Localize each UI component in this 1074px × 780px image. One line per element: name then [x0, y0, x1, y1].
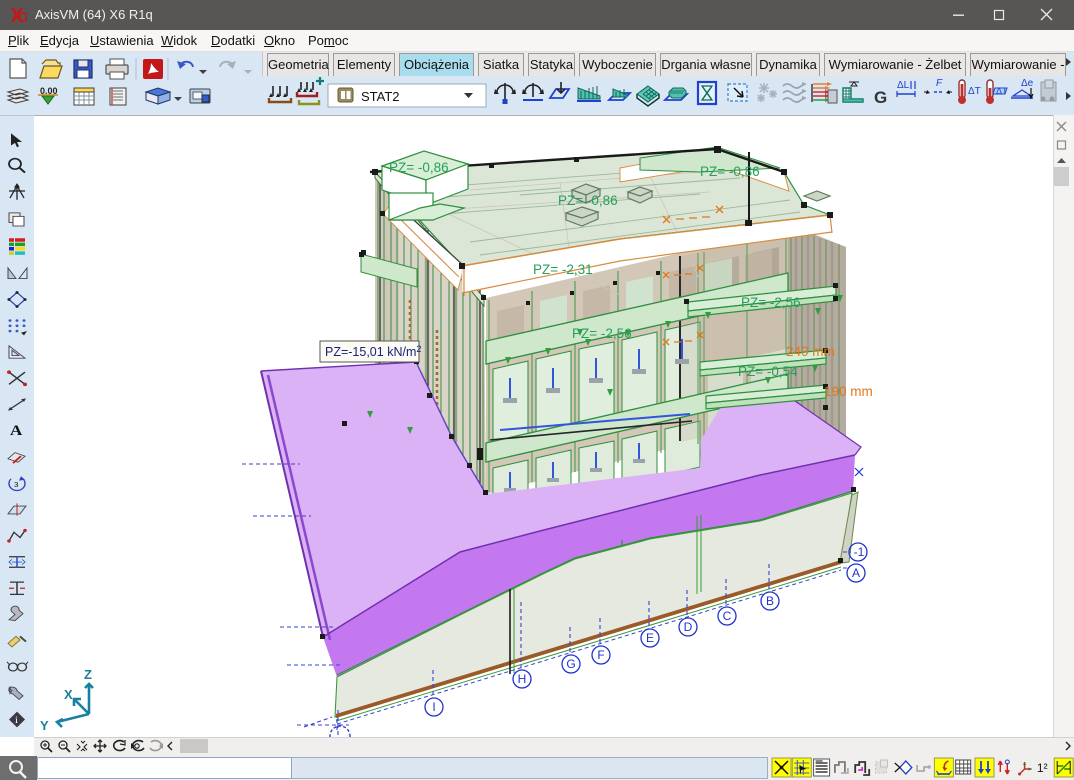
svg-text:PZ= -0,86: PZ= -0,86 — [700, 164, 760, 179]
svg-text:PZ= -0,86: PZ= -0,86 — [558, 193, 618, 208]
svg-text:Δe: Δe — [1021, 78, 1034, 89]
svg-text:D: D — [684, 620, 693, 634]
svg-text:E: E — [646, 631, 654, 645]
svg-text:i: i — [15, 716, 18, 726]
svg-text:3: 3 — [14, 480, 18, 488]
svg-text:PZ= -0,54: PZ= -0,54 — [738, 364, 798, 379]
svg-text:STAT2: STAT2 — [361, 89, 400, 104]
svg-text:ΔT: ΔT — [968, 86, 981, 97]
svg-text:Y: Y — [40, 718, 49, 733]
svg-text:I: I — [432, 700, 435, 714]
svg-text:190 mm: 190 mm — [824, 384, 873, 399]
svg-text:-1: -1 — [854, 545, 865, 559]
svg-text:1²: 1² — [1037, 761, 1048, 775]
svg-text:X: X — [64, 687, 73, 702]
svg-text:F: F — [597, 648, 604, 662]
svg-text:A: A — [10, 423, 23, 439]
svg-text:PZ=-15,01 kN/m2: PZ=-15,01 kN/m2 — [325, 344, 421, 359]
svg-text:H: H — [518, 672, 527, 686]
svg-text:C: C — [723, 609, 732, 623]
svg-text:ΔL: ΔL — [897, 80, 910, 91]
svg-text:Z: Z — [84, 667, 92, 682]
svg-text:ΔT: ΔT — [996, 86, 1008, 96]
svg-text:G: G — [566, 657, 575, 671]
svg-text:PZ= -0,86: PZ= -0,86 — [389, 160, 449, 175]
svg-text:PZ= -2,31: PZ= -2,31 — [533, 262, 593, 277]
svg-text:PZ= -2,56: PZ= -2,56 — [572, 326, 632, 341]
svg-text:B: B — [766, 594, 774, 608]
svg-text:G: G — [874, 88, 887, 107]
svg-text:A: A — [852, 566, 860, 580]
svg-text:240 mm: 240 mm — [786, 344, 835, 359]
svg-text:PZ= -2,56: PZ= -2,56 — [741, 295, 801, 310]
svg-text:F: F — [936, 78, 943, 89]
